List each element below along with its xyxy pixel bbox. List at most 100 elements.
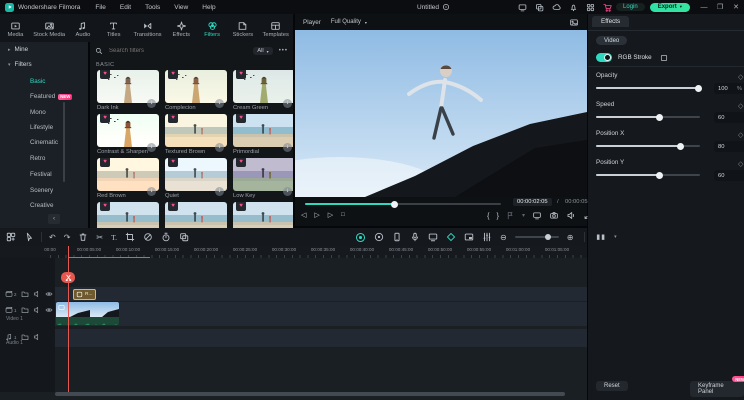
opacity-value[interactable]: 100%	[714, 83, 744, 94]
favorite-heart-icon[interactable]: ♥	[168, 158, 178, 167]
mask-icon[interactable]	[143, 232, 153, 242]
sidebar-group-filters[interactable]: ▾Filters	[8, 61, 32, 68]
more-menu-button[interactable]: •••	[279, 48, 288, 54]
video-clip[interactable]	[56, 302, 119, 325]
store-cart-icon[interactable]	[603, 3, 612, 12]
download-icon[interactable]: ↓	[215, 187, 224, 196]
keyframe-diamond-icon[interactable]: ◇	[738, 102, 743, 110]
pointer-tool-icon[interactable]	[24, 232, 34, 242]
menu-help[interactable]: Help	[195, 4, 222, 11]
split-scissors-icon[interactable]: ✂	[96, 233, 103, 242]
subtab-video[interactable]: Video	[596, 36, 627, 45]
sidebar-item-basic[interactable]: Basic	[30, 78, 45, 85]
scope-dropdown[interactable]: All▾	[253, 47, 272, 55]
display-mode-icon[interactable]	[518, 3, 527, 12]
sidebar-item-retro[interactable]: Retro	[30, 155, 45, 162]
play-button[interactable]: ▷	[314, 211, 319, 219]
sidebar-item-cinematic[interactable]: Cinematic	[30, 139, 58, 146]
favorite-heart-icon[interactable]: ♥	[100, 202, 110, 211]
record-button-icon[interactable]	[355, 232, 366, 243]
seek-bar[interactable]	[305, 203, 501, 205]
download-icon[interactable]: ↓	[215, 99, 224, 108]
filter-card[interactable]: ♥↓Primordial	[233, 114, 293, 155]
menu-file[interactable]: File	[88, 4, 112, 11]
text-tool-icon[interactable]: T.	[111, 233, 117, 242]
position-x-value[interactable]: 80	[714, 141, 744, 152]
notification-bell-icon[interactable]	[569, 3, 578, 12]
favorite-heart-icon[interactable]: ♥	[168, 70, 178, 79]
download-icon[interactable]: ↓	[283, 99, 292, 108]
sidebar-item-featured[interactable]: FeaturedNEW	[30, 93, 72, 100]
cloud-upload-icon[interactable]	[552, 3, 561, 12]
speed-value[interactable]: 60	[714, 112, 744, 123]
eye-visibility-icon[interactable]	[45, 306, 53, 314]
timeline-horizontal-scrollbar[interactable]	[55, 392, 565, 396]
screen-record-icon[interactable]	[428, 232, 438, 242]
eye-visibility-icon[interactable]	[45, 290, 53, 298]
speaker-icon[interactable]	[566, 211, 576, 220]
sidebar-item-mono[interactable]: Mono	[30, 109, 46, 116]
microphone-icon[interactable]	[410, 232, 420, 242]
favorite-heart-icon[interactable]: ♥	[236, 114, 246, 123]
marker-dropdown-icon[interactable]: ▾	[522, 212, 525, 219]
export-button[interactable]: Export▾	[650, 3, 690, 12]
reset-button[interactable]: Reset	[596, 381, 628, 391]
filter-card[interactable]: ♥↓Quiet	[165, 158, 227, 199]
previous-frame-button[interactable]: ◁	[301, 211, 306, 219]
position-x-slider[interactable]: 80 ◇	[596, 145, 700, 147]
speed-timer-icon[interactable]	[161, 232, 171, 242]
tab-stock-media[interactable]: Stock Media	[31, 18, 68, 38]
toolbar-more-icon[interactable]: ▾	[614, 234, 617, 240]
favorite-heart-icon[interactable]: ♥	[100, 158, 110, 167]
keyframe-add-icon[interactable]	[446, 232, 456, 242]
sidebar-item-lifestyle[interactable]: Lifestyle	[30, 124, 53, 131]
favorite-heart-icon[interactable]: ♥	[168, 202, 178, 211]
tab-media[interactable]: Media	[0, 18, 31, 38]
stop-button[interactable]: □	[341, 212, 345, 218]
keyframe-diamond-icon[interactable]: ◇	[738, 131, 743, 139]
tab-effects-panel[interactable]: Effects	[592, 16, 629, 27]
filter-card[interactable]: ♥↓Dark Ink	[97, 70, 159, 111]
tab-stickers[interactable]: Stickers	[227, 18, 258, 38]
opacity-slider[interactable]: 100% ◇	[596, 87, 700, 89]
pip-icon[interactable]	[464, 232, 474, 242]
voiceover-icon[interactable]	[374, 232, 384, 242]
playhead-line[interactable]	[68, 246, 69, 392]
favorite-heart-icon[interactable]: ♥	[236, 202, 246, 211]
close-button[interactable]: ✕	[728, 3, 744, 11]
filter-card[interactable]: ♥↓Low Key	[233, 158, 293, 199]
track-height-icon[interactable]: ▮▮	[596, 233, 606, 241]
zoom-out-icon[interactable]: ⊖	[500, 233, 507, 242]
download-icon[interactable]: ↓	[147, 143, 156, 152]
download-icon[interactable]: ↓	[283, 143, 292, 152]
mini-screen-icon[interactable]	[532, 211, 542, 220]
menu-tools[interactable]: Tools	[138, 4, 167, 11]
position-y-slider[interactable]: 60 ◇	[596, 174, 700, 176]
track-lane-video-1[interactable]	[55, 302, 587, 326]
search-input[interactable]	[107, 47, 211, 55]
slider-knob[interactable]	[656, 114, 663, 121]
menu-view[interactable]: View	[167, 4, 195, 11]
tab-transitions[interactable]: Transitions	[129, 18, 166, 38]
favorite-heart-icon[interactable]: ♥	[168, 114, 178, 123]
restore-button[interactable]: ❐	[712, 3, 728, 11]
favorite-heart-icon[interactable]: ♥	[100, 70, 110, 79]
favorite-heart-icon[interactable]: ♥	[236, 158, 246, 167]
tab-titles[interactable]: Titles	[98, 18, 129, 38]
effect-clip-selected[interactable]: R...	[73, 289, 96, 300]
search-bar[interactable]: All▾ •••	[95, 45, 288, 57]
filter-card[interactable]: ♥↓Complecion	[165, 70, 227, 111]
folder-icon[interactable]	[21, 306, 29, 314]
filter-card[interactable]: ♥↓Contrast & Sharpen	[97, 114, 159, 155]
minimize-button[interactable]: —	[696, 4, 712, 11]
tab-templates[interactable]: Templates	[258, 18, 293, 38]
position-y-value[interactable]: 60	[714, 170, 744, 181]
track-lane-video-2[interactable]	[55, 287, 587, 301]
favorite-heart-icon[interactable]: ♥	[100, 114, 110, 123]
phone-import-icon[interactable]	[392, 232, 402, 242]
effect-toggle[interactable]	[596, 53, 612, 62]
next-frame-button[interactable]: ▷	[328, 211, 333, 219]
video-preview[interactable]	[295, 30, 587, 197]
slider-knob[interactable]	[677, 143, 684, 150]
sidebar-item-creative[interactable]: Creative	[30, 202, 53, 209]
